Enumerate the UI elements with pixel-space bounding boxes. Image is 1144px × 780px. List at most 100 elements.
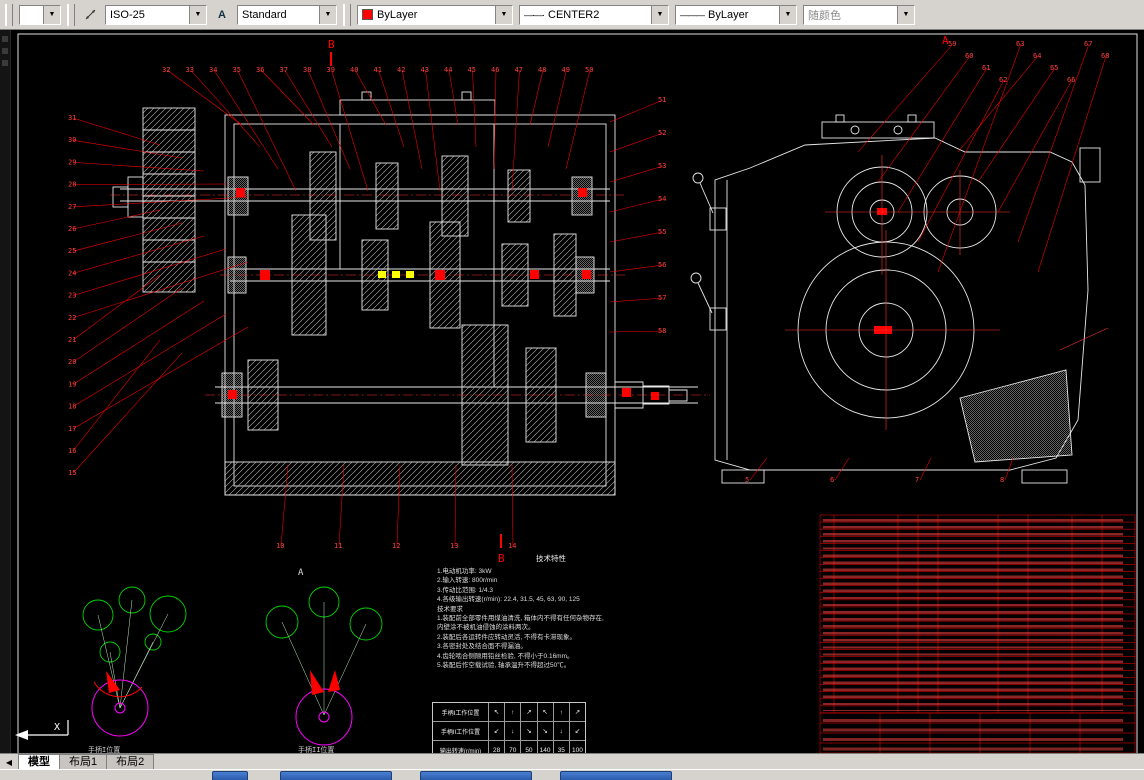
front-view <box>112 91 698 496</box>
balloon-number: 13 <box>450 542 458 550</box>
chevron-down-icon[interactable]: ▼ <box>495 5 512 24</box>
taskbar-button[interactable] <box>420 771 532 780</box>
leader-line <box>260 69 315 126</box>
color-swatch <box>362 9 373 20</box>
leader-line <box>529 69 544 126</box>
balloon-number: 31 <box>68 114 76 122</box>
balloon-number: 25 <box>68 247 76 255</box>
leader-line <box>72 313 227 407</box>
taskbar-button[interactable] <box>560 771 672 780</box>
balloon-number: 43 <box>421 66 429 74</box>
taskbar-button[interactable] <box>212 771 248 780</box>
gear-diagram-b <box>265 586 383 746</box>
balloon-number: 53 <box>658 162 666 170</box>
balloon-number: 42 <box>397 66 405 74</box>
leader-line <box>237 69 297 192</box>
balloon-number: 67 <box>1084 40 1092 48</box>
balloon-number: 17 <box>68 425 76 433</box>
linetype-combo[interactable]: —·—· CENTER2 ▼ <box>519 4 669 25</box>
balloon-number: 14 <box>508 542 516 550</box>
balloon-number: 57 <box>658 294 666 302</box>
balloon-number: 41 <box>374 66 382 74</box>
leader-line <box>331 69 369 192</box>
tab-layout2[interactable]: 布局2 <box>106 754 155 770</box>
leader-line <box>72 274 161 341</box>
technical-notes: 技术特性 1.电动机功率: 3kW 2.输入转速: 800r/min 3.传动比范围… <box>437 554 665 671</box>
balloon-number: 64 <box>1033 52 1041 60</box>
leader-line <box>1037 55 1107 273</box>
chevron-down-icon[interactable]: ▼ <box>651 5 668 24</box>
chevron-down-icon[interactable]: ▼ <box>189 5 206 24</box>
balloon-number: 32 <box>162 66 170 74</box>
centerlines <box>110 194 710 396</box>
notes-line: 1.电动机功率: 3kW <box>437 567 492 575</box>
mini-combo[interactable]: ▼ <box>19 4 61 25</box>
balloon-number: 29 <box>68 158 76 166</box>
balloon-number: 26 <box>68 225 76 233</box>
linetype-glyph: —·—· <box>524 9 545 20</box>
balloon-number: 19 <box>68 380 76 388</box>
chevron-down-icon[interactable]: ▼ <box>43 5 60 24</box>
parts-table <box>819 514 1136 753</box>
chevron-down-icon[interactable]: ▼ <box>779 5 796 24</box>
notes-line: 4.齿轮啮合侧隙用铅丝检验, 不得小于0.16mm。 <box>437 652 574 660</box>
leader-line <box>609 198 664 213</box>
model-space[interactable]: B B A A 手柄I位置 手柄II位置 X 31 30 29 28 27 26 25 24 2… <box>0 30 1144 760</box>
taskbar-button[interactable] <box>280 771 392 780</box>
toolbar-grip[interactable] <box>343 3 351 26</box>
taskbar <box>0 769 1144 780</box>
properties-toolbar: ▼ ISO-25 ▼ A Standard ▼ ByLayer ▼ —·—· CE… <box>0 0 1144 30</box>
lineweight-combo[interactable]: ——— ByLayer ▼ <box>675 4 797 25</box>
color-combo[interactable]: ByLayer ▼ <box>357 4 513 25</box>
balloon-number: 20 <box>68 358 76 366</box>
leader-line <box>937 43 1022 273</box>
balloon-number: 66 <box>1067 76 1075 84</box>
textstyle-value: Standard <box>242 8 287 21</box>
tab-layout1[interactable]: 布局1 <box>59 754 108 770</box>
notes-line: 内壁涂不被机油侵蚀的涂料两次。 <box>437 624 535 632</box>
yellow-marks <box>378 271 414 278</box>
dimstyle-icon[interactable] <box>80 4 100 25</box>
notes-line: 2.装配后各运转件应转动灵活, 不得有卡滞现象。 <box>437 633 577 641</box>
speed-table-row-label: 手柄I工作位置 <box>433 703 489 721</box>
toolbar-grip[interactable] <box>5 3 13 26</box>
leader-line <box>957 55 1039 153</box>
dimstyle-combo[interactable]: ISO-25 ▼ <box>105 4 207 25</box>
tab-model[interactable]: 模型 <box>18 754 60 770</box>
balloon-number: 30 <box>68 136 76 144</box>
balloon-number: 21 <box>68 336 76 344</box>
balloon-number: 12 <box>392 542 400 550</box>
plotstyle-combo: 随颜色 ▼ <box>803 4 915 25</box>
balloon-number: 54 <box>658 195 666 203</box>
section-label-b-top: B <box>328 38 335 51</box>
leader-line <box>213 69 279 170</box>
speed-table-cell: ↘ <box>521 722 538 740</box>
balloon-number: 45 <box>468 66 476 74</box>
balloon-number: 50 <box>585 66 593 74</box>
lineweight-value: ByLayer <box>708 8 749 21</box>
speed-table-cell: ↓ <box>505 722 522 740</box>
balloon-number: 11 <box>334 542 342 550</box>
leader-line <box>565 69 591 170</box>
side-view <box>690 114 1101 484</box>
balloon-number: 48 <box>538 66 546 74</box>
chevron-down-icon[interactable]: ▼ <box>319 5 336 24</box>
speed-table-cell: ↖ <box>489 703 506 721</box>
balloon-number: 39 <box>327 66 335 74</box>
balloon-number: 38 <box>303 66 311 74</box>
balloon-number: 49 <box>562 66 570 74</box>
balloon-number: 27 <box>68 203 76 211</box>
toolbar-grip[interactable] <box>67 3 75 26</box>
speed-table-cell: ↑ <box>554 703 570 721</box>
leader-line <box>997 79 1073 213</box>
leader-line <box>72 352 183 474</box>
leader-line <box>401 69 423 170</box>
leader-line <box>1004 457 1014 481</box>
leader-line <box>917 79 1005 243</box>
notes-line: 2.输入转速: 800r/min <box>437 577 498 585</box>
ucs-x-label: X <box>54 722 60 733</box>
textstyle-icon[interactable]: A <box>212 4 232 25</box>
tab-nav-icon[interactable]: ◀ <box>0 755 18 770</box>
linetype-value: CENTER2 <box>548 8 600 21</box>
textstyle-combo[interactable]: Standard ▼ <box>237 4 337 25</box>
